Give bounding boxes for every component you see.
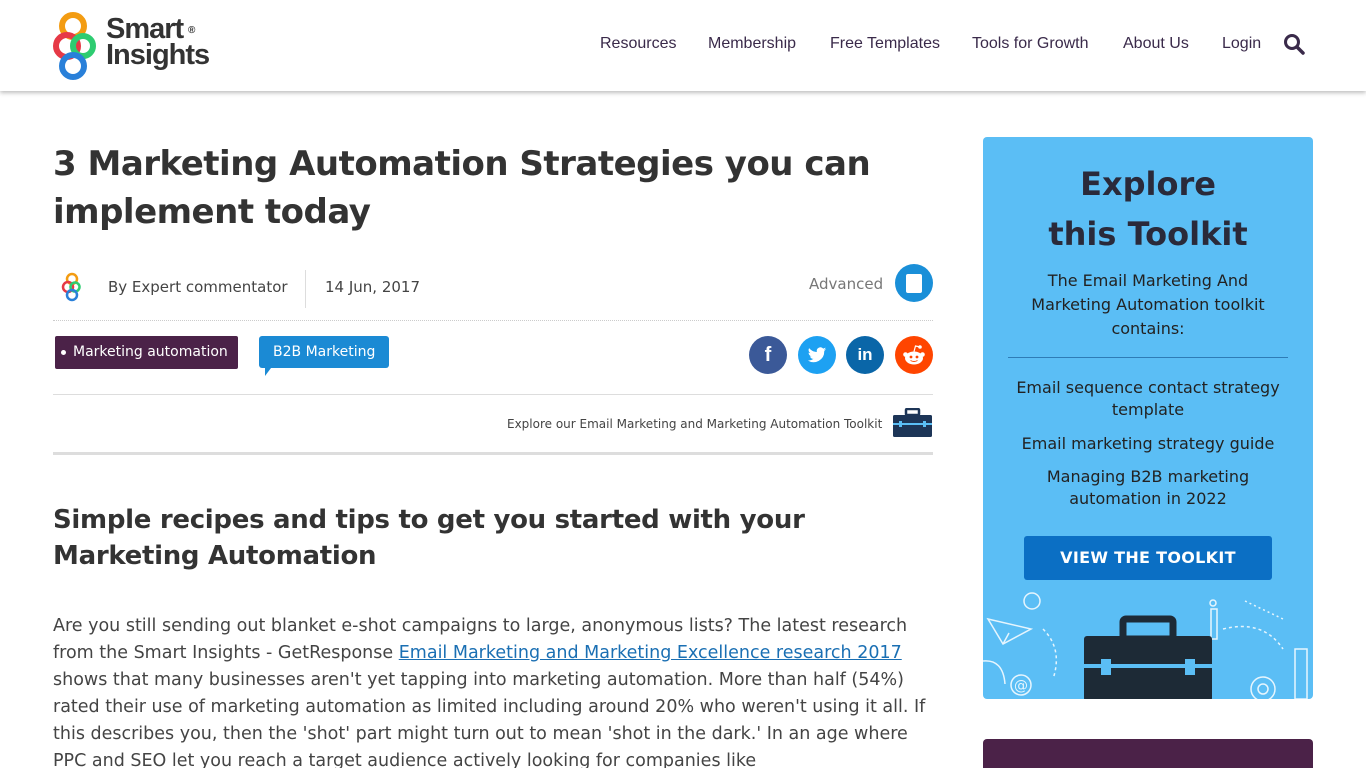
svg-text:@: @: [1014, 678, 1028, 694]
search-icon[interactable]: [1283, 33, 1305, 55]
secondary-sidebar-card: [983, 739, 1313, 768]
article-subtitle: Simple recipes and tips to get you start…: [53, 505, 805, 571]
toolkit-card: Explore this Toolkit The Email Marketing…: [983, 137, 1313, 699]
difficulty-level-icon: [895, 264, 933, 302]
publish-date: 14 Jun, 2017: [325, 278, 421, 296]
difficulty-level: Advanced: [809, 275, 884, 293]
site-header: Smart Insights ® Resources Membership Fr…: [0, 0, 1366, 91]
nav-free-templates[interactable]: Free Templates: [830, 34, 940, 54]
main-nav: Resources Membership Free Templates Tool…: [0, 34, 1366, 56]
meta-divider: [305, 270, 306, 308]
twitter-icon[interactable]: [798, 336, 836, 374]
tag-marketing-automation[interactable]: Marketing automation: [55, 336, 238, 369]
tag-b2b-marketing[interactable]: B2B Marketing: [259, 336, 389, 376]
divider-thick: [53, 452, 933, 455]
briefcase-icon[interactable]: [892, 408, 933, 438]
nav-membership[interactable]: Membership: [708, 34, 796, 54]
research-link[interactable]: Email Marketing and Marketing Excellence…: [399, 643, 902, 663]
toolkit-divider: [1008, 357, 1288, 358]
toolkit-illustration: @: [983, 592, 1308, 699]
reddit-icon[interactable]: [895, 336, 933, 374]
nav-about-us[interactable]: About Us: [1123, 34, 1189, 54]
toolkit-link[interactable]: Explore our Email Marketing and Marketin…: [507, 417, 882, 431]
article-title: 3 Marketing Automation Strategies you ca…: [53, 144, 871, 232]
linkedin-icon[interactable]: in: [846, 336, 884, 374]
divider: [53, 394, 933, 395]
toolkit-item: Email sequence contact strategy template: [1016, 378, 1280, 419]
author-avatar-icon: [61, 272, 81, 302]
author-name[interactable]: By Expert commentator: [108, 278, 288, 296]
nav-resources[interactable]: Resources: [600, 34, 676, 54]
toolkit-description: The Email Marketing And Marketing Automa…: [1031, 271, 1265, 338]
body-text-part2: shows that many businesses aren't yet ta…: [53, 670, 926, 768]
toolkit-item: Email marketing strategy guide: [1021, 434, 1275, 453]
view-toolkit-button[interactable]: VIEW THE TOOLKIT: [1024, 536, 1272, 580]
toolkit-item: Managing B2B marketing automation in 202…: [1046, 467, 1250, 508]
toolkit-title: Explore this Toolkit: [1048, 165, 1248, 253]
article-body: Are you still sending out blanket e-shot…: [53, 613, 941, 768]
nav-login[interactable]: Login: [1222, 34, 1261, 54]
meta-divider-dotted: [53, 320, 933, 321]
facebook-icon[interactable]: f: [749, 336, 787, 374]
nav-tools-for-growth[interactable]: Tools for Growth: [972, 34, 1088, 54]
